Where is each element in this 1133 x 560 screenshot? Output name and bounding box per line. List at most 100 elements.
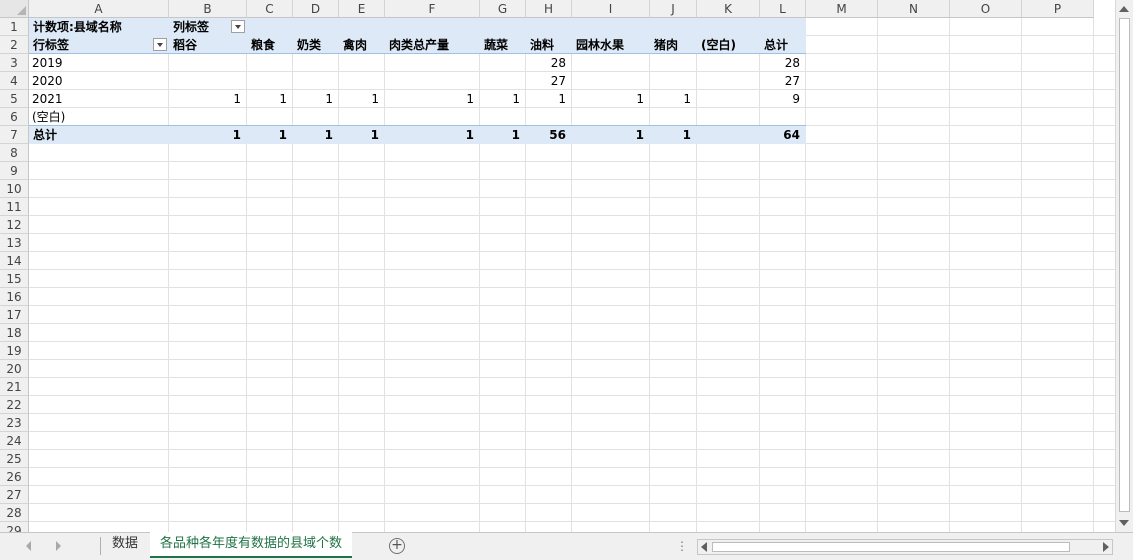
row-header-16[interactable]: 16 — [0, 288, 29, 306]
row-header-28[interactable]: 28 — [0, 504, 29, 522]
column-header-h[interactable]: H — [526, 0, 572, 18]
row-header-24[interactable]: 24 — [0, 432, 29, 450]
pivot-row-label[interactable]: 行标签 — [33, 36, 69, 54]
row-header-29[interactable]: 29 — [0, 522, 29, 532]
row-header-27[interactable]: 27 — [0, 486, 29, 504]
row-header-7[interactable]: 7 — [0, 126, 29, 144]
col-filter-dropdown[interactable] — [231, 20, 245, 33]
horizontal-scroll-thumb[interactable] — [712, 542, 1070, 552]
column-header-n[interactable]: N — [878, 0, 950, 18]
column-header-f[interactable]: F — [385, 0, 480, 18]
row-header-3[interactable]: 3 — [0, 54, 29, 72]
pivot-total-cell[interactable]: 1 — [572, 126, 644, 144]
row-header-19[interactable]: 19 — [0, 342, 29, 360]
pivot-total-cell[interactable]: 1 — [339, 126, 379, 144]
pivot-row-label-cell[interactable]: 2019 — [32, 54, 63, 72]
pivot-total-cell[interactable]: 1 — [650, 126, 691, 144]
column-header-i[interactable]: I — [572, 0, 650, 18]
row-header-15[interactable]: 15 — [0, 270, 29, 288]
sheet-tab-county-count[interactable]: 各品种各年度有数据的县域个数 — [150, 532, 353, 558]
horizontal-scrollbar[interactable] — [697, 539, 1113, 555]
scroll-down-icon[interactable] — [1119, 520, 1129, 526]
prev-sheet-icon[interactable] — [26, 541, 31, 551]
row-header-11[interactable]: 11 — [0, 198, 29, 216]
pivot-value-cell[interactable]: 1 — [169, 90, 241, 108]
row-header-12[interactable]: 12 — [0, 216, 29, 234]
pivot-total-cell[interactable]: 56 — [526, 126, 566, 144]
pivot-total-cell[interactable]: 1 — [293, 126, 333, 144]
column-header-l[interactable]: L — [760, 0, 806, 18]
row-header-5[interactable]: 5 — [0, 90, 29, 108]
pivot-column-header[interactable]: 蔬菜 — [484, 36, 508, 54]
row-header-23[interactable]: 23 — [0, 414, 29, 432]
pivot-value-cell[interactable]: 27 — [526, 72, 566, 90]
column-header-e[interactable]: E — [339, 0, 385, 18]
row-header-22[interactable]: 22 — [0, 396, 29, 414]
pivot-value-cell[interactable]: 1 — [293, 90, 333, 108]
spreadsheet-grid[interactable]: ABCDEFGHIJKLMNOP 1 2 3 4 5 6 7 8 9 10 11 12 13 14 15 16… — [0, 0, 1115, 532]
column-header-g[interactable]: G — [480, 0, 526, 18]
pivot-value-field[interactable]: 计数项:县域名称 — [33, 18, 122, 36]
row-header-17[interactable]: 17 — [0, 306, 29, 324]
add-sheet-icon[interactable]: + — [389, 538, 405, 554]
pivot-row-label-cell[interactable]: (空白) — [32, 108, 65, 126]
row-header-13[interactable]: 13 — [0, 234, 29, 252]
pivot-value-cell[interactable]: 1 — [385, 90, 474, 108]
pivot-value-cell[interactable]: 1 — [480, 90, 520, 108]
column-header-b[interactable]: B — [169, 0, 247, 18]
pivot-column-header[interactable]: 油料 — [530, 36, 554, 54]
row-header-14[interactable]: 14 — [0, 252, 29, 270]
pivot-value-cell[interactable]: 27 — [760, 72, 800, 90]
column-header-k[interactable]: K — [697, 0, 760, 18]
pivot-value-cell[interactable]: 1 — [650, 90, 691, 108]
row-header-9[interactable]: 9 — [0, 162, 29, 180]
sheet-tab-data[interactable]: 数据 — [102, 532, 148, 558]
row-header-20[interactable]: 20 — [0, 360, 29, 378]
row-header-6[interactable]: 6 — [0, 108, 29, 126]
column-header-a[interactable]: A — [29, 0, 169, 18]
pivot-value-cell[interactable]: 28 — [526, 54, 566, 72]
pivot-column-header[interactable]: 肉类总产量 — [389, 36, 449, 54]
column-header-m[interactable]: M — [806, 0, 878, 18]
pivot-total-cell[interactable]: 1 — [169, 126, 241, 144]
pivot-total-cell[interactable]: 1 — [247, 126, 287, 144]
pivot-row-label-cell[interactable]: 2020 — [32, 72, 63, 90]
pivot-column-header[interactable]: 猪肉 — [654, 36, 678, 54]
pivot-value-cell[interactable]: 1 — [572, 90, 644, 108]
pivot-total-cell[interactable]: 1 — [385, 126, 474, 144]
pivot-value-cell[interactable]: 1 — [247, 90, 287, 108]
pivot-value-cell[interactable]: 1 — [526, 90, 566, 108]
scroll-right-icon[interactable] — [1103, 542, 1109, 552]
pivot-column-header[interactable]: 禽肉 — [343, 36, 367, 54]
pivot-value-cell[interactable]: 9 — [760, 90, 800, 108]
scroll-left-icon[interactable] — [701, 542, 707, 552]
vertical-scroll-thumb[interactable] — [1119, 18, 1130, 512]
scroll-up-icon[interactable] — [1119, 6, 1129, 12]
row-header-2[interactable]: 2 — [0, 36, 29, 54]
vertical-scrollbar[interactable] — [1115, 0, 1133, 532]
row-header-26[interactable]: 26 — [0, 468, 29, 486]
column-header-o[interactable]: O — [950, 0, 1022, 18]
row-header-21[interactable]: 21 — [0, 378, 29, 396]
row-header-1[interactable]: 1 — [0, 18, 29, 36]
column-header-j[interactable]: J — [650, 0, 697, 18]
next-sheet-icon[interactable] — [56, 541, 61, 551]
pivot-total-cell[interactable]: 1 — [480, 126, 520, 144]
splitter-handle-icon[interactable]: ⋮ — [676, 539, 688, 553]
row-filter-dropdown[interactable] — [153, 38, 167, 51]
select-all-corner[interactable] — [0, 0, 29, 18]
pivot-column-header[interactable]: 园林水果 — [576, 36, 624, 54]
pivot-total-label[interactable]: 总计 — [33, 126, 57, 144]
row-header-10[interactable]: 10 — [0, 180, 29, 198]
pivot-col-label[interactable]: 列标签 — [173, 18, 209, 36]
pivot-column-header[interactable]: 奶类 — [297, 36, 321, 54]
pivot-column-header[interactable]: 粮食 — [251, 36, 275, 54]
row-header-4[interactable]: 4 — [0, 72, 29, 90]
pivot-column-header[interactable]: 总计 — [764, 36, 788, 54]
pivot-column-header[interactable]: (空白) — [701, 36, 736, 54]
column-header-d[interactable]: D — [293, 0, 339, 18]
pivot-value-cell[interactable]: 1 — [339, 90, 379, 108]
row-header-25[interactable]: 25 — [0, 450, 29, 468]
pivot-row-label-cell[interactable]: 2021 — [32, 90, 63, 108]
row-header-8[interactable]: 8 — [0, 144, 29, 162]
